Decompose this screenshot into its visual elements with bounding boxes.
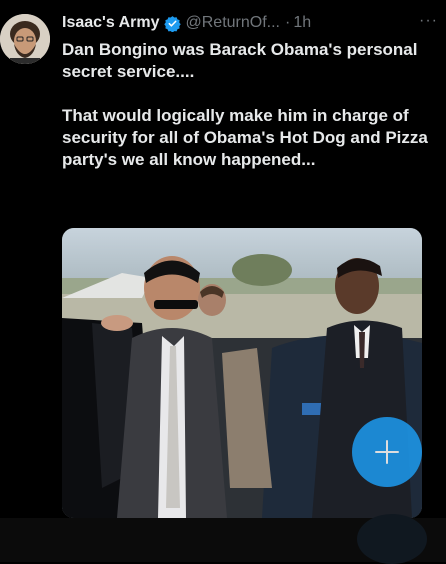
verified-badge-icon bbox=[163, 15, 181, 32]
avatar-image bbox=[0, 14, 50, 64]
fab-reflection bbox=[357, 514, 427, 564]
bottom-bar bbox=[0, 514, 446, 564]
more-options-icon[interactable]: ··· bbox=[419, 12, 438, 30]
tweet-header: Isaac's Army @ReturnOf... · 1h bbox=[62, 13, 438, 33]
tweet-paragraph: That would logically make him in charge … bbox=[62, 106, 428, 169]
separator-dot: · bbox=[285, 14, 291, 31]
avatar[interactable] bbox=[0, 14, 50, 64]
tweet-text: Dan Bongino was Barack Obama's personal … bbox=[62, 39, 432, 171]
plus-icon bbox=[375, 440, 399, 464]
author-handle[interactable]: @ReturnOf... bbox=[186, 14, 281, 32]
timestamp[interactable]: 1h bbox=[293, 14, 311, 32]
author-name[interactable]: Isaac's Army bbox=[62, 14, 160, 32]
compose-fab[interactable] bbox=[352, 417, 422, 487]
tweet-paragraph: Dan Bongino was Barack Obama's personal … bbox=[62, 40, 418, 81]
